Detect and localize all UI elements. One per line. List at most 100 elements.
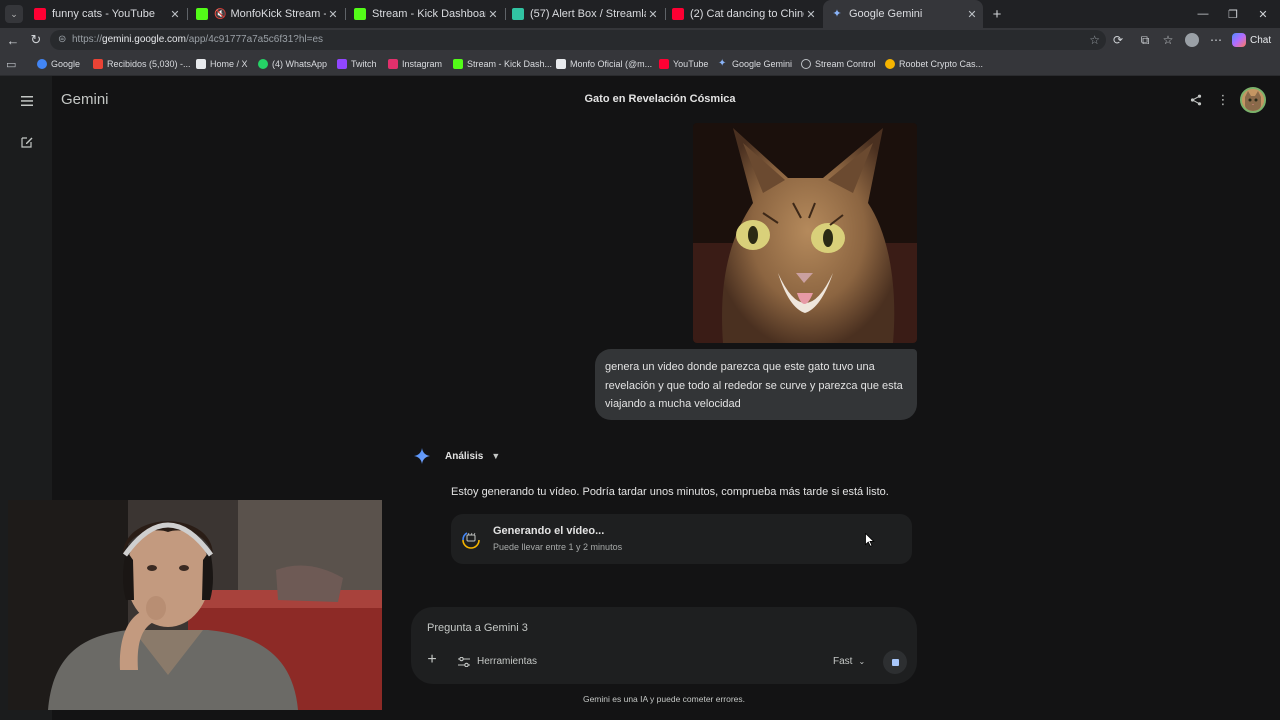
streamlabs-icon — [512, 8, 524, 20]
generating-subtitle: Puede llevar entre 1 y 2 minutos — [493, 542, 623, 552]
profile-icon[interactable] — [1184, 32, 1200, 48]
copilot-icon — [1232, 33, 1246, 47]
video-generation-card[interactable]: Generando el vídeo... Puede llevar entre… — [451, 514, 912, 564]
prompt-input-placeholder[interactable]: Pregunta a Gemini 3 — [427, 622, 528, 634]
tools-button[interactable]: Herramientas — [458, 656, 537, 667]
tab-streamlabs-alert-box[interactable]: (57) Alert Box / Streamlabs ✕ — [504, 0, 664, 28]
extension-icon[interactable]: ⟳ — [1110, 32, 1126, 48]
bookmark-gmail[interactable]: Recibidos (5,030) -... — [93, 57, 191, 71]
bookmark-google[interactable]: Google — [37, 57, 80, 71]
gemini-sparkle-icon: ✦ — [718, 58, 727, 69]
tab-title: Google Gemini — [849, 8, 923, 20]
assistant-reply: Estoy generando tu vídeo. Podría tardar … — [451, 486, 889, 498]
prompt-input-box[interactable]: Pregunta a Gemini 3 + Herramientas Fast … — [411, 607, 917, 684]
bookmark-star-icon[interactable]: ☆ — [1089, 33, 1100, 47]
site-info-icon[interactable]: ⊜ — [58, 34, 70, 46]
gemini-sparkle-icon: ✦ — [832, 8, 842, 20]
video-progress-icon — [462, 532, 480, 549]
user-message-bubble: genera un video donde parezca que este g… — [595, 349, 917, 420]
kick-icon — [196, 8, 208, 20]
tab-title: (57) Alert Box / Streamlabs — [530, 8, 646, 20]
browser-tab-strip: ⌄ funny cats - YouTube ✕ 🔇 MonfoKick Str… — [0, 0, 1280, 28]
bookmark-x[interactable]: Home / X — [196, 57, 248, 71]
twitch-icon — [337, 59, 347, 69]
mode-label: Fast — [833, 656, 853, 667]
tools-label: Herramientas — [477, 656, 538, 667]
user-avatar[interactable] — [1240, 87, 1266, 113]
analysis-toggle[interactable]: Análisis ▼ — [414, 448, 500, 464]
browser-toolbar: ← ↻ ⊜ https://gemini.google.com/app/4c91… — [0, 28, 1280, 52]
tab-title: funny cats - YouTube — [52, 8, 155, 20]
close-tab-icon[interactable]: ✕ — [804, 8, 818, 21]
bookmark-tiktok[interactable]: Monfo Oficial (@m... — [556, 57, 652, 71]
new-chat-icon[interactable] — [18, 133, 36, 151]
close-tab-icon[interactable]: ✕ — [646, 8, 660, 21]
bookmark-instagram[interactable]: Instagram — [388, 57, 442, 71]
analysis-label: Análisis — [445, 450, 484, 462]
copilot-chat-button[interactable]: Chat — [1232, 31, 1271, 49]
conversation-title: Gato en Revelación Cósmica — [584, 93, 736, 105]
stop-generation-button[interactable] — [883, 650, 907, 674]
chevron-down-icon: ⌄ — [858, 657, 866, 666]
close-window-button[interactable]: ✕ — [1248, 0, 1278, 28]
tab-google-gemini[interactable]: ✦ Google Gemini ✕ — [823, 0, 983, 28]
kick-icon — [453, 59, 463, 69]
bookmark-roobet[interactable]: Roobet Crypto Cas... — [885, 57, 983, 71]
gemini-sparkle-icon — [414, 448, 430, 464]
tab-title: (2) Cat dancing to Chinese song # — [690, 8, 804, 20]
disclaimer-text: Gemini es una IA y puede cometer errores… — [582, 694, 746, 704]
more-options-icon[interactable]: ⋮ — [1214, 91, 1232, 109]
address-bar[interactable]: ⊜ https://gemini.google.com/app/4c91777a… — [50, 30, 1106, 50]
main-menu-icon[interactable] — [18, 92, 36, 110]
tab-cat-dancing[interactable]: (2) Cat dancing to Chinese song # ✕ — [664, 0, 822, 28]
x-icon — [196, 59, 206, 69]
streamer-webcam-overlay — [8, 500, 382, 710]
tab-monfokick-stream[interactable]: 🔇 MonfoKick Stream - Watch Li ✕ — [188, 0, 344, 28]
close-tab-icon[interactable]: ✕ — [965, 8, 979, 21]
gemini-brand[interactable]: Gemini — [61, 91, 109, 108]
gmail-icon — [93, 59, 103, 69]
youtube-icon — [672, 8, 684, 20]
tab-title: Stream - Kick Dashboard — [372, 8, 486, 20]
globe-icon — [801, 59, 811, 69]
google-icon — [37, 59, 47, 69]
close-tab-icon[interactable]: ✕ — [168, 8, 182, 21]
mouse-cursor-icon — [865, 533, 875, 547]
minimize-window-button[interactable]: — — [1188, 0, 1218, 28]
generating-title: Generando el vídeo... — [493, 525, 605, 537]
uploaded-cat-image[interactable] — [693, 123, 917, 343]
add-attachment-icon[interactable]: + — [425, 651, 439, 668]
bookmark-stream-control[interactable]: Stream Control — [801, 57, 876, 71]
tab-title: MonfoKick Stream - Watch Li — [230, 8, 326, 20]
stop-icon — [891, 658, 899, 666]
bookmarks-bar: ▭ Google Recibidos (5,030) -... Home / X… — [0, 52, 1280, 76]
chat-label: Chat — [1250, 34, 1272, 46]
roobet-icon — [885, 59, 895, 69]
reload-icon[interactable]: ↻ — [28, 32, 44, 48]
tools-sliders-icon — [458, 656, 470, 667]
split-screen-icon[interactable]: ⧉ — [1137, 32, 1153, 48]
bookmark-google-gemini[interactable]: ✦ Google Gemini — [718, 57, 792, 71]
bookmark-youtube[interactable]: YouTube — [659, 57, 708, 71]
instagram-icon — [388, 59, 398, 69]
tab-kick-dashboard[interactable]: Stream - Kick Dashboard ✕ — [346, 0, 504, 28]
muted-audio-icon[interactable]: 🔇 — [214, 9, 226, 20]
whatsapp-icon — [258, 59, 268, 69]
bookmark-kick-dashboard[interactable]: Stream - Kick Dash... — [453, 57, 552, 71]
more-menu-icon[interactable]: ⋯ — [1208, 32, 1224, 48]
bookmark-twitch[interactable]: Twitch — [337, 57, 377, 71]
close-tab-icon[interactable]: ✕ — [486, 8, 500, 21]
model-mode-dropdown[interactable]: Fast ⌄ — [833, 656, 865, 667]
restore-window-button[interactable]: ❐ — [1218, 0, 1248, 28]
back-arrow-icon[interactable]: ← — [5, 32, 21, 48]
favorites-icon[interactable]: ☆ — [1160, 32, 1176, 48]
bookmark-whatsapp[interactable]: (4) WhatsApp — [258, 57, 327, 71]
chevron-down-icon: ▼ — [491, 451, 501, 461]
tiktok-icon — [556, 59, 566, 69]
new-tab-button[interactable]: + — [982, 0, 1012, 28]
share-icon[interactable] — [1187, 91, 1205, 109]
tab-funny-cats[interactable]: funny cats - YouTube ✕ — [26, 0, 186, 28]
tab-search-button[interactable]: ⌄ — [5, 5, 23, 23]
close-tab-icon[interactable]: ✕ — [326, 8, 340, 21]
bookmarks-menu-icon[interactable]: ▭ — [6, 57, 16, 71]
